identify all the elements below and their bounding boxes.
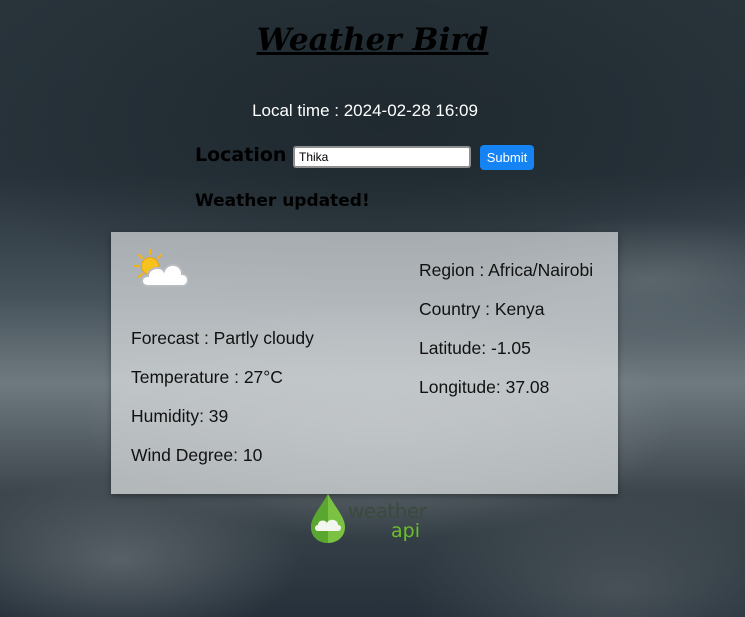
status-message: Weather updated! xyxy=(195,191,370,211)
logo-text-api: api xyxy=(391,520,420,542)
weatherapi-logo[interactable]: weather api xyxy=(309,493,427,545)
submit-button[interactable]: Submit xyxy=(480,145,534,170)
latitude-text: Latitude: -1.05 xyxy=(419,338,531,358)
local-time: Local time : 2024-02-28 16:09 xyxy=(252,101,478,120)
humidity-text: Humidity: 39 xyxy=(131,406,229,426)
temperature-text: Temperature : 27°C xyxy=(131,367,283,387)
forecast-text: Forecast : Partly cloudy xyxy=(131,328,314,348)
droplet-cloud-icon xyxy=(311,494,345,543)
wind-degree-text: Wind Degree: 10 xyxy=(131,445,263,465)
partly-cloudy-icon xyxy=(134,248,189,287)
longitude-text: Longitude: 37.08 xyxy=(419,377,550,397)
region-text: Region : Africa/Nairobi xyxy=(419,260,594,280)
weather-card: Forecast : Partly cloudy Temperature : 2… xyxy=(111,232,618,494)
location-label: Location xyxy=(195,144,287,166)
country-text: Country : Kenya xyxy=(419,299,545,319)
location-input[interactable] xyxy=(293,146,471,168)
app-title: Weather Bird xyxy=(256,22,489,58)
